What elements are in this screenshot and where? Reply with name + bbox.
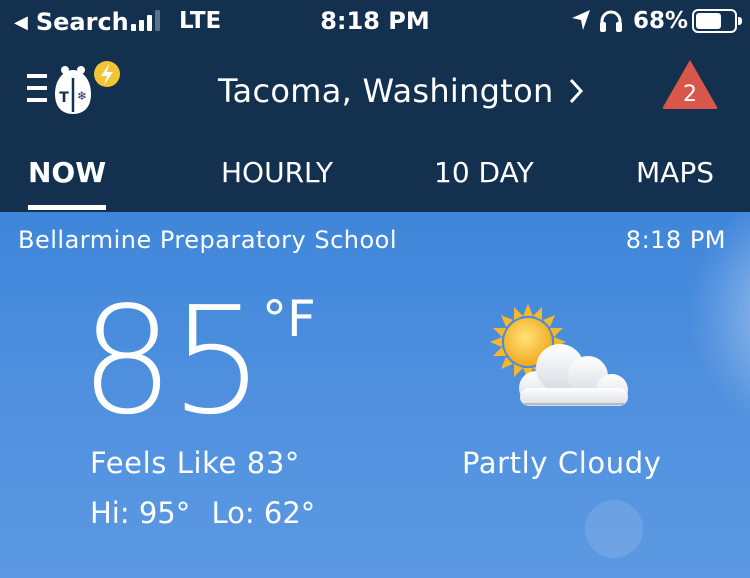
station-name[interactable]: Bellarmine Preparatory School: [18, 226, 397, 254]
tab-now[interactable]: NOW: [28, 156, 107, 210]
alert-button[interactable]: 2: [661, 58, 719, 110]
observation-time: 8:18 PM: [625, 226, 726, 254]
hi-lo: Hi: 95° Lo: 62°: [90, 496, 327, 530]
tab-now-label: NOW: [28, 156, 107, 189]
tab-bar: NOW HOURLY 10 DAY MAPS: [0, 150, 750, 212]
weatherbug-logo-icon: T ❄: [55, 66, 91, 114]
tab-10-day-label: 10 DAY: [434, 156, 534, 189]
feels-like: Feels Like 83°: [90, 446, 300, 480]
low-temp: Lo: 62°: [211, 496, 316, 530]
headphones-icon: [600, 10, 622, 32]
tab-maps-label: MAPS: [636, 156, 714, 189]
tab-hourly[interactable]: HOURLY: [221, 156, 333, 206]
battery-percent: 68%: [633, 8, 689, 34]
chevron-right-icon: [569, 78, 583, 104]
lightning-badge-icon: [94, 61, 120, 87]
menu-logo-button[interactable]: T ❄: [27, 58, 123, 118]
current-temperature: 85: [80, 275, 264, 447]
condition-text: Partly Cloudy: [462, 446, 662, 480]
app-header: T ❄ Tacoma, Washington 2: [0, 42, 750, 150]
tab-hourly-label: HOURLY: [221, 156, 334, 189]
lens-flare: [585, 500, 643, 558]
battery-icon: [692, 9, 742, 33]
svg-text:T: T: [59, 90, 69, 106]
location-name: Tacoma, Washington: [218, 72, 554, 110]
hamburger-menu-icon: [27, 74, 47, 102]
current-conditions-panel: Bellarmine Preparatory School 8:18 PM 85…: [0, 212, 750, 578]
high-temp: Hi: 95°: [90, 496, 191, 530]
status-bar: ◀ Search LTE 8:18 PM 68%: [0, 0, 750, 42]
alert-count: 2: [683, 82, 697, 107]
location-selector[interactable]: Tacoma, Washington: [218, 72, 586, 110]
active-tab-indicator: [28, 205, 107, 210]
location-arrow-icon: [572, 10, 590, 30]
temperature-unit[interactable]: °F: [262, 294, 316, 344]
tab-maps[interactable]: MAPS: [636, 156, 714, 206]
tab-10-day[interactable]: 10 DAY: [434, 156, 534, 206]
partly-cloudy-icon: [490, 304, 628, 406]
svg-text:❄: ❄: [77, 89, 87, 103]
